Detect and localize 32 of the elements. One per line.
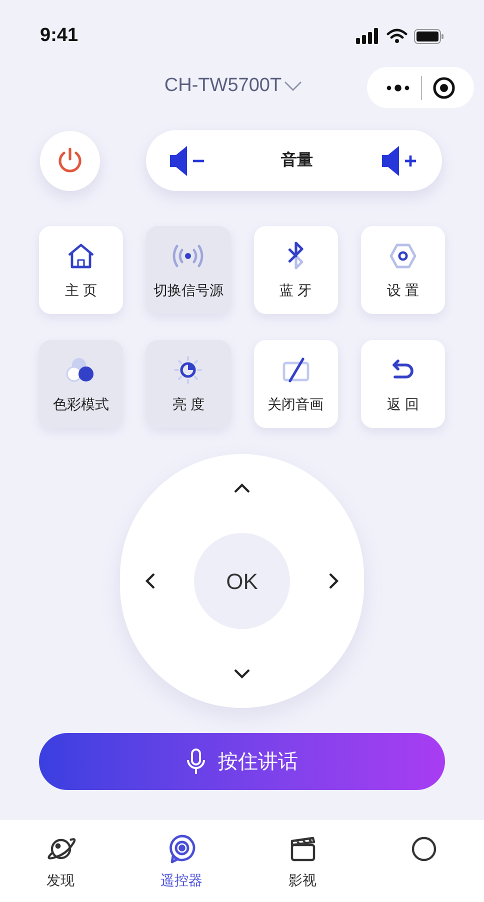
device-selector[interactable]: CH-TW5700T	[164, 72, 302, 100]
target-pin-icon	[168, 834, 196, 864]
screen-off-icon	[280, 356, 311, 384]
nav-tab[interactable]: 遥控器	[121, 820, 242, 902]
remote-key[interactable]: 返 回	[360, 340, 445, 428]
remote-key[interactable]: 主 页	[39, 226, 124, 314]
hold-to-talk-button[interactable]: 按住讲话	[39, 733, 445, 790]
brightness-icon	[173, 354, 204, 384]
home-icon	[66, 242, 96, 270]
battery-icon	[414, 28, 444, 44]
more-icon[interactable]	[385, 84, 411, 92]
remote-key[interactable]: 色彩模式	[39, 340, 124, 428]
wifi-icon	[386, 28, 408, 44]
nav-tab[interactable]: 发现	[0, 820, 121, 902]
microphone-icon	[186, 748, 206, 776]
remote-key[interactable]: 切换信号源	[146, 226, 230, 314]
remote-key[interactable]: 亮 度	[146, 340, 230, 428]
remote-key[interactable]: 设 置	[360, 226, 445, 314]
circle-icon	[410, 835, 438, 863]
ok-button[interactable]: OK	[194, 533, 290, 629]
remote-key[interactable]: 关闭音画	[254, 340, 338, 428]
remote-key[interactable]: 蓝 牙	[254, 226, 338, 314]
chevron-down-icon	[284, 81, 302, 91]
volume-label: 音量	[281, 150, 313, 170]
signal-icon	[172, 242, 204, 268]
signal-bars-icon	[356, 28, 380, 44]
nav-tab[interactable]: 影视	[242, 820, 363, 902]
clapperboard-icon	[288, 835, 316, 863]
hexagon-icon	[388, 242, 417, 268]
close-target-icon[interactable]	[432, 76, 456, 100]
return-arrow-icon	[390, 358, 416, 382]
status-time: 9:41	[40, 24, 78, 48]
